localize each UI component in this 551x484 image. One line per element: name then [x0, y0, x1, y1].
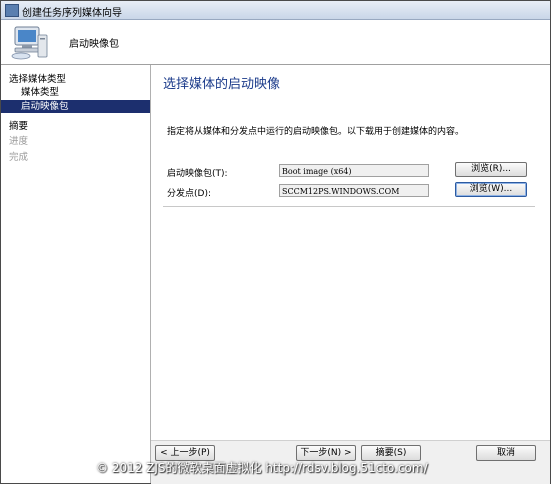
wizard-header: 启动映像包 — [1, 20, 550, 65]
nav-label: 选择媒体类型 — [9, 74, 67, 85]
watermark: © 2012 ZJS的微软桌面虚拟化 http://rdsv.blog.51ct… — [96, 461, 428, 475]
page-description: 指定将从媒体和分发点中运行的启动映像包。以下载用于创建媒体的内容。 — [167, 127, 465, 137]
nav-item-select-media-type[interactable]: 选择媒体类型 — [1, 73, 150, 86]
computer-wizard-icon — [11, 26, 48, 60]
separator — [163, 206, 535, 207]
page-title: 选择媒体的启动映像 — [163, 77, 281, 92]
nav-label: 启动映像包 — [21, 101, 69, 112]
wizard-nav: 选择媒体类型 媒体类型 启动映像包 摘要 进度 完成 — [1, 65, 151, 483]
nav-label: 摘要 — [9, 121, 29, 132]
window-title: 创建任务序列媒体向导 — [22, 8, 122, 19]
browse-distribution-point-button[interactable]: 浏览(W)... — [455, 182, 527, 197]
distribution-point-field[interactable]: SCCM12PS.WINDOWS.COM — [279, 184, 429, 197]
title-bar: 创建任务序列媒体向导 — [1, 1, 550, 20]
nav-label: 媒体类型 — [21, 87, 60, 98]
nav-item-completion: 完成 — [1, 151, 150, 164]
distribution-point-label: 分发点(D): — [167, 189, 211, 199]
browse-boot-image-button[interactable]: 浏览(R)... — [455, 162, 527, 177]
boot-image-field[interactable]: Boot image (x64) — [279, 164, 429, 177]
app-icon — [5, 4, 19, 17]
nav-item-boot-image[interactable]: 启动映像包 — [1, 100, 150, 113]
nav-item-summary[interactable]: 摘要 — [1, 120, 150, 133]
wizard-content: 选择媒体的启动映像 指定将从媒体和分发点中运行的启动映像包。以下载用于创建媒体的… — [151, 65, 550, 440]
nav-item-media-type[interactable]: 媒体类型 — [1, 86, 150, 99]
header-title: 启动映像包 — [69, 39, 119, 50]
wizard-window: 创建任务序列媒体向导 启动映像包 选择媒体类型 媒体类型 启动映像包 摘要 进度… — [0, 0, 551, 484]
nav-label: 完成 — [9, 152, 29, 163]
cancel-button[interactable]: 取消 — [476, 445, 536, 461]
boot-image-label: 启动映像包(T): — [167, 169, 228, 179]
nav-item-progress: 进度 — [1, 135, 150, 148]
nav-label: 进度 — [9, 136, 29, 147]
